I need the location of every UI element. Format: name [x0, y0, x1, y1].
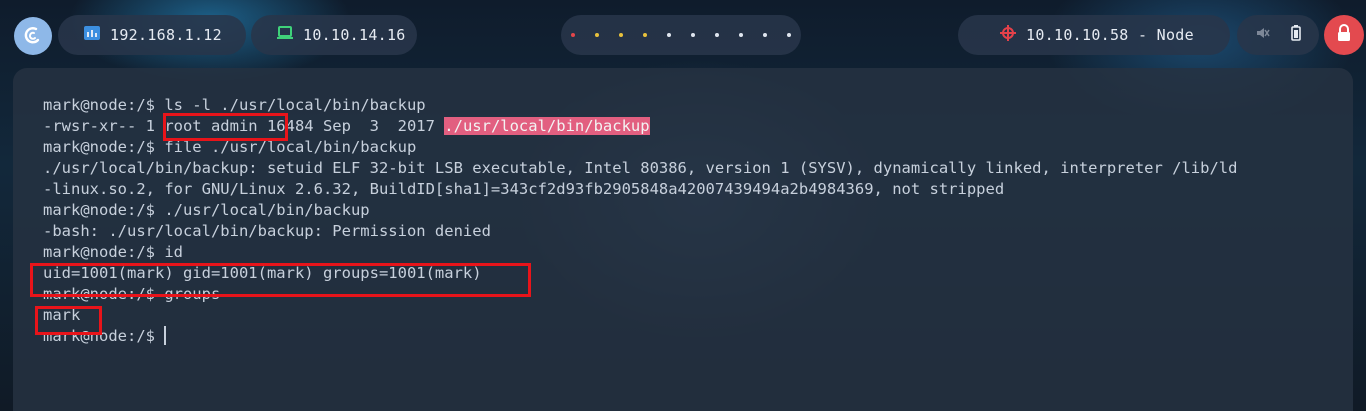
- laptop-icon: [277, 26, 293, 44]
- crosshair-icon: [1000, 25, 1016, 45]
- workspace-dot[interactable]: [691, 33, 695, 37]
- terminal-line: mark@node:/$ ./usr/local/bin/backup: [43, 201, 370, 219]
- battery-icon[interactable]: [1290, 25, 1301, 45]
- system-tray: [1237, 15, 1319, 55]
- top-bar: 192.168.1.12 10.10.14.16 10.10.10.58 - N…: [0, 0, 1366, 68]
- workspace-dot[interactable]: [643, 33, 647, 37]
- network-icon: [84, 26, 100, 44]
- workspace-dot[interactable]: [715, 33, 719, 37]
- workspace-dot[interactable]: [739, 33, 743, 37]
- text-cursor: [164, 326, 167, 345]
- terminal-line: mark@node:/$ id: [43, 243, 183, 261]
- workspace-dot[interactable]: [595, 33, 599, 37]
- terminal-line: -linux.so.2, for GNU/Linux 2.6.32, Build…: [43, 180, 1005, 198]
- lock-icon: [1336, 24, 1352, 46]
- workspace-dot[interactable]: [667, 33, 671, 37]
- terminal-line: -bash: ./usr/local/bin/backup: Permissio…: [43, 222, 491, 240]
- annotation-box-groups: [35, 306, 102, 335]
- vpn-ip-widget[interactable]: 10.10.14.16: [251, 15, 417, 55]
- terminal-line: mark@node:/$ ls -l ./usr/local/bin/backu…: [43, 96, 426, 114]
- volume-muted-icon[interactable]: [1256, 26, 1270, 44]
- host-ip-widget[interactable]: 192.168.1.12: [58, 15, 246, 55]
- lock-screen-button[interactable]: [1324, 15, 1364, 55]
- workspace-dot[interactable]: [787, 33, 791, 37]
- workspace-dot[interactable]: [763, 33, 767, 37]
- annotation-box-id: [30, 263, 531, 297]
- highlighted-path: ./usr/local/bin/backup: [444, 117, 650, 135]
- debian-logo-icon[interactable]: [14, 17, 52, 55]
- workspace-dot[interactable]: [619, 33, 623, 37]
- vpn-ip-label: 10.10.14.16: [303, 26, 406, 44]
- workspace-switcher[interactable]: [561, 15, 801, 55]
- target-label: 10.10.10.58 - Node: [1026, 26, 1194, 44]
- workspace-dot[interactable]: [571, 33, 575, 37]
- annotation-box-owner: [163, 113, 288, 141]
- terminal-line: ./usr/local/bin/backup: setuid ELF 32-bi…: [43, 159, 1238, 177]
- host-ip-label: 192.168.1.12: [110, 26, 222, 44]
- target-widget[interactable]: 10.10.10.58 - Node: [958, 15, 1230, 55]
- terminal-window[interactable]: mark@node:/$ ls -l ./usr/local/bin/backu…: [13, 68, 1353, 411]
